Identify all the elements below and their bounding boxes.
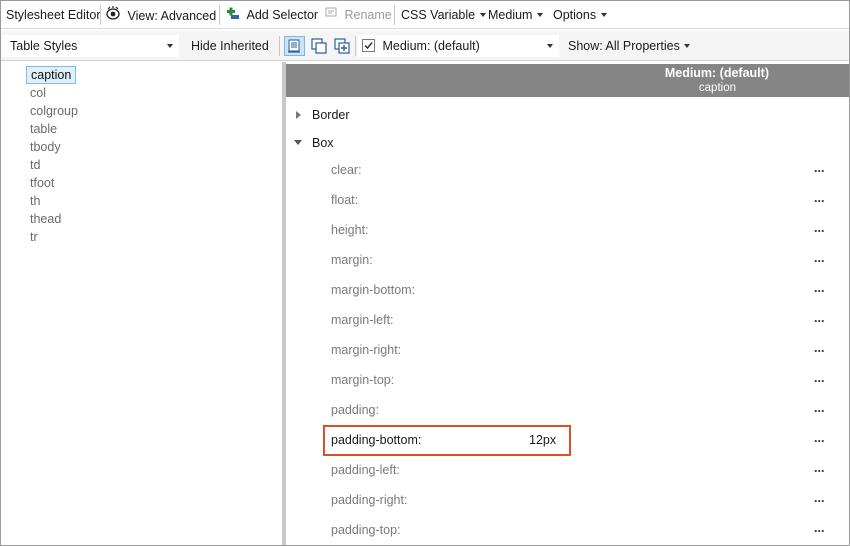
toolbar-separator (279, 36, 280, 56)
chevron-down-icon (537, 12, 544, 17)
toolbar-separator (219, 5, 220, 25)
property-name: clear: (331, 163, 362, 177)
medium-filter-dropdown[interactable]: Medium: (default) (358, 35, 559, 57)
selector-item-col[interactable]: col (26, 84, 50, 102)
collapse-arrow-icon[interactable] (294, 140, 302, 145)
selector-item-tbody[interactable]: tbody (26, 138, 65, 156)
table-styles-label: Table Styles (10, 39, 78, 53)
more-options-button[interactable]: ... (814, 462, 824, 480)
more-options-button[interactable]: ... (814, 162, 824, 180)
list-view-icon[interactable] (284, 36, 305, 56)
property-name: padding: (331, 403, 379, 417)
selector-item-tr[interactable]: tr (26, 228, 42, 246)
add-copy-icon[interactable] (332, 36, 352, 56)
medium-filter-label: Medium: (default) (382, 39, 480, 53)
medium-label: Medium (488, 8, 533, 22)
box-group-label: Box (312, 136, 334, 150)
selector-item-th[interactable]: th (26, 192, 44, 210)
chevron-down-icon (167, 44, 173, 48)
show-properties-label: Show: All Properties (568, 39, 680, 53)
view-advanced-button[interactable]: View: Advanced (105, 6, 216, 24)
selector-item-tfoot[interactable]: tfoot (26, 174, 58, 192)
show-properties-menu[interactable]: Show: All Properties (568, 37, 690, 55)
options-label: Options (553, 8, 597, 22)
property-value[interactable]: 12px (529, 431, 556, 449)
add-selector-icon (226, 5, 241, 25)
selector-item-td[interactable]: td (26, 156, 44, 174)
hide-inherited-button[interactable]: Hide Inherited (191, 37, 269, 55)
selector-item-caption[interactable]: caption (26, 66, 77, 84)
property-name: margin: (331, 253, 373, 267)
property-name: height: (331, 223, 369, 237)
property-name: padding-bottom: (331, 433, 422, 447)
rename-label: Rename (344, 8, 392, 22)
toolbar-separator (100, 5, 101, 25)
property-name: padding-left: (331, 463, 400, 477)
more-options-button[interactable]: ... (814, 522, 824, 540)
more-options-button[interactable]: ... (814, 432, 824, 450)
more-options-button[interactable]: ... (814, 282, 824, 300)
more-options-button[interactable]: ... (814, 342, 824, 360)
hide-inherited-label: Hide Inherited (191, 39, 269, 53)
property-name: margin-bottom: (331, 283, 416, 297)
selector-item-table[interactable]: table (26, 120, 61, 138)
rename-icon (325, 5, 339, 24)
medium-menu[interactable]: Medium (488, 6, 544, 24)
property-name: margin-left: (331, 313, 394, 327)
property-name: padding-right: (331, 493, 408, 507)
filter-toolbar: Table Styles Hide Inherited Medium: (def… (1, 31, 849, 61)
view-advanced-label: View: Advanced (127, 8, 217, 23)
expand-arrow-icon[interactable] (296, 111, 301, 119)
chevron-down-icon (480, 12, 487, 17)
main-toolbar: Stylesheet Editor View: Advanced Add Sel… (1, 1, 849, 29)
property-grid: Medium: (default) caption Border Box cle… (286, 62, 849, 545)
window-title: Stylesheet Editor (6, 8, 101, 22)
css-variable-menu[interactable]: CSS Variable (401, 6, 487, 24)
chevron-down-icon (683, 43, 690, 48)
selector-item-colgroup[interactable]: colgroup (26, 102, 82, 120)
property-name: margin-top: (331, 373, 395, 387)
medium-filter-checkbox[interactable] (362, 39, 375, 53)
more-options-button[interactable]: ... (814, 192, 824, 210)
property-grid-header: Medium: (default) caption (286, 64, 849, 97)
css-variable-label: CSS Variable (401, 8, 476, 22)
more-options-button[interactable]: ... (814, 372, 824, 390)
eye-icon (105, 5, 121, 26)
property-name: padding-top: (331, 523, 401, 537)
border-group-label: Border (312, 108, 350, 122)
more-options-button[interactable]: ... (814, 402, 824, 420)
more-options-button[interactable]: ... (814, 252, 824, 270)
more-options-button[interactable]: ... (814, 492, 824, 510)
property-name: margin-right: (331, 343, 402, 357)
medium-heading: Medium: (default) (664, 66, 769, 80)
more-options-button[interactable]: ... (814, 222, 824, 240)
options-menu[interactable]: Options (553, 6, 608, 24)
copy-icon[interactable] (309, 36, 329, 56)
stylesheet-editor-window: Stylesheet Editor View: Advanced Add Sel… (0, 0, 850, 546)
property-name: float: (331, 193, 359, 207)
selector-heading: caption (698, 82, 736, 94)
toolbar-separator (355, 36, 356, 56)
table-styles-dropdown[interactable]: Table Styles (2, 35, 179, 57)
add-selector-button[interactable]: Add Selector (226, 6, 318, 24)
add-selector-label: Add Selector (246, 8, 319, 23)
chevron-down-icon (601, 12, 608, 17)
toolbar-separator (394, 5, 395, 25)
selector-list: caption col colgroup table tbody td tfoot th the… (1, 62, 282, 545)
rename-button[interactable]: Rename (325, 6, 392, 24)
selector-item-thead[interactable]: thead (26, 210, 65, 228)
more-options-button[interactable]: ... (814, 312, 824, 330)
chevron-down-icon (547, 44, 553, 48)
